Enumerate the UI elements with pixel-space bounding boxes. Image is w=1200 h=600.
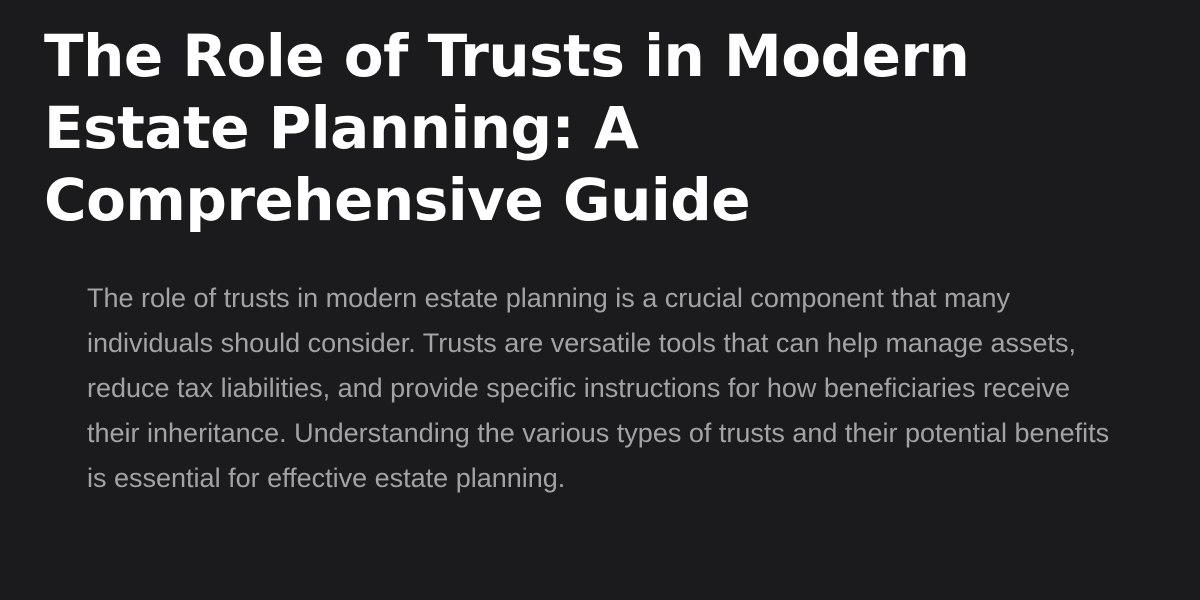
article-title: The Role of Trusts in Modern Estate Plan…	[44, 22, 970, 234]
article-page: The Role of Trusts in Modern Estate Plan…	[0, 0, 1200, 600]
article-intro-paragraph: The role of trusts in modern estate plan…	[87, 283, 1110, 493]
